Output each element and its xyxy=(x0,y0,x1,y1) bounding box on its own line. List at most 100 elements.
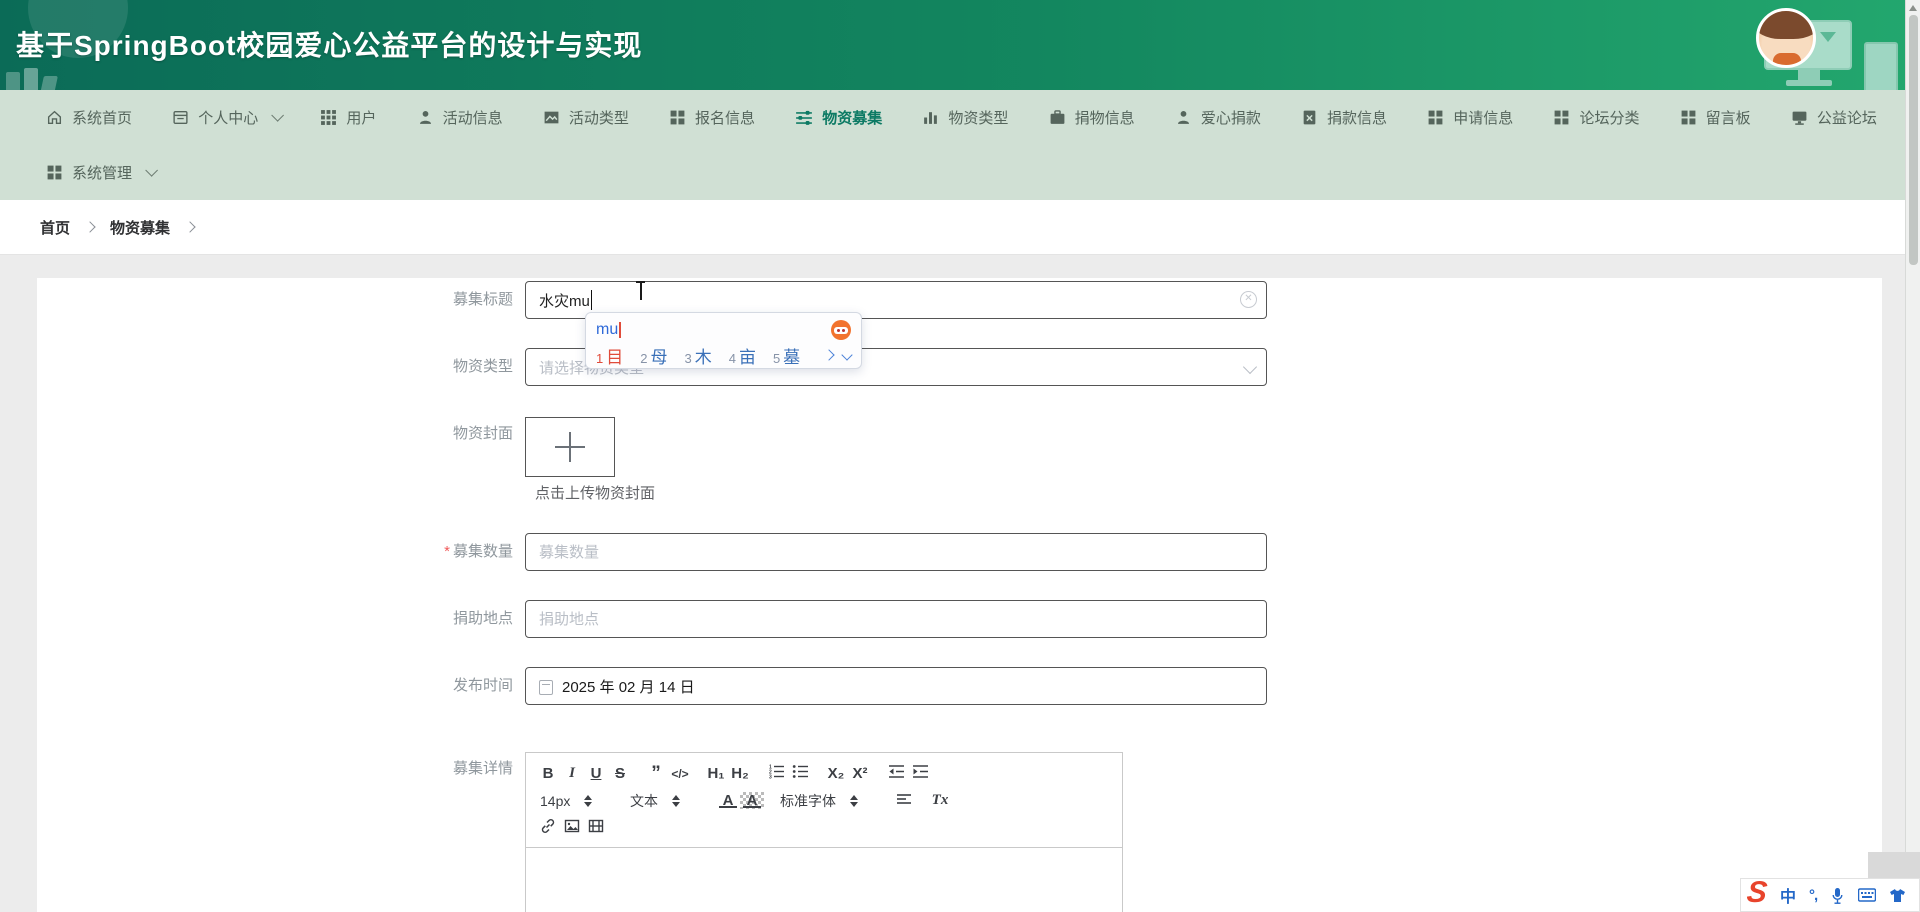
nav-item-donation-info[interactable]: 捐款信息 xyxy=(1301,107,1387,128)
collect-details-label: 募集详情 xyxy=(37,750,525,788)
id-card-icon xyxy=(172,109,189,126)
breadcrumb-separator-icon xyxy=(84,221,95,232)
grid-4-icon xyxy=(1680,109,1697,126)
clean-format-button[interactable]: Tx xyxy=(928,792,952,809)
publish-time-input[interactable]: 2025 年 02 月 14 日 xyxy=(525,667,1267,705)
nav-item-system-home[interactable]: 系统首页 xyxy=(46,107,132,128)
superscript-button[interactable]: X² xyxy=(848,765,872,782)
h2-button[interactable]: H₂ xyxy=(728,765,752,782)
nav-item-personal-center[interactable]: 个人中心 xyxy=(172,107,280,128)
donate-location-label: 捐助地点 xyxy=(37,600,525,638)
font-family-picker[interactable]: 标准字体 xyxy=(776,791,880,811)
align-button[interactable] xyxy=(892,792,916,810)
required-asterisk: * xyxy=(444,543,450,560)
material-cover-label: 物资封面 xyxy=(37,415,525,453)
collect-quantity-label: *募集数量 xyxy=(37,533,525,571)
collect-quantity-input[interactable] xyxy=(525,533,1267,571)
grid-4-icon xyxy=(1553,109,1570,126)
nav-item-system-manage[interactable]: 系统管理 xyxy=(46,162,154,183)
bar-chart-icon xyxy=(922,109,939,126)
link-button[interactable] xyxy=(536,818,560,838)
clipboard-x-icon xyxy=(1301,109,1318,126)
text-caret xyxy=(591,290,593,310)
material-type-label: 物资类型 xyxy=(37,348,525,386)
text-color-button[interactable]: A xyxy=(716,792,740,809)
image-button[interactable] xyxy=(560,818,584,838)
ime-next-page-icon[interactable] xyxy=(823,349,834,360)
sogou-logo-icon[interactable]: S xyxy=(1745,878,1768,908)
nav-item-donated-goods-info[interactable]: 捐物信息 xyxy=(1049,107,1135,128)
ime-caret xyxy=(619,322,621,338)
admin-page: 基于SpringBoot校园爱心公益平台的设计与实现 系统首页 个人中心 用户 xyxy=(0,0,1920,912)
sogou-emoji-icon[interactable] xyxy=(831,320,851,340)
breadcrumb: 首页 物资募集 xyxy=(0,200,1905,255)
photo-icon xyxy=(543,109,560,126)
nav-item-material-collection[interactable]: 物资募集 xyxy=(795,107,882,128)
computer-tower-decor xyxy=(1864,42,1898,90)
picker-arrows-icon xyxy=(672,795,680,807)
user-avatar[interactable] xyxy=(1756,8,1816,68)
subscript-button[interactable]: X₂ xyxy=(824,765,848,782)
ime-punctuation-toggle[interactable]: °, xyxy=(1809,887,1817,904)
ime-composition: mu xyxy=(596,321,618,339)
donate-location-input[interactable] xyxy=(525,600,1267,638)
microphone-icon[interactable] xyxy=(1830,887,1845,904)
calendar-icon xyxy=(539,680,553,695)
scroll-up-icon[interactable] xyxy=(1909,5,1917,11)
nav-item-application-info[interactable]: 申请信息 xyxy=(1427,107,1513,128)
nav-row-primary: 系统首页 个人中心 用户 活动信息 活动类型 报名信息 xyxy=(0,90,1905,145)
scrollbar-thumb[interactable] xyxy=(1909,15,1918,265)
code-button[interactable]: </> xyxy=(668,767,692,781)
video-button[interactable] xyxy=(584,818,608,838)
ime-candidate[interactable]: 3木 xyxy=(684,343,711,368)
soft-keyboard-icon[interactable] xyxy=(1858,888,1876,902)
nav-item-forum-category[interactable]: 论坛分类 xyxy=(1553,107,1639,128)
breadcrumb-current[interactable]: 物资募集 xyxy=(110,217,170,238)
nav-item-signup-info[interactable]: 报名信息 xyxy=(669,107,755,128)
underline-button[interactable]: U xyxy=(584,765,608,782)
italic-button[interactable]: I xyxy=(560,765,584,782)
monitor-icon xyxy=(1791,109,1808,126)
cover-upload-box[interactable] xyxy=(525,417,615,477)
bg-color-button[interactable]: A xyxy=(740,792,764,809)
editor-content-area[interactable] xyxy=(526,848,1122,912)
ime-candidate[interactable]: 5墓 xyxy=(773,343,800,368)
strikethrough-button[interactable]: S xyxy=(608,765,632,782)
nav-item-material-type[interactable]: 物资类型 xyxy=(922,107,1008,128)
bold-button[interactable]: B xyxy=(536,765,560,782)
outdent-button[interactable] xyxy=(884,764,908,783)
breadcrumb-home[interactable]: 首页 xyxy=(40,217,70,238)
font-size-picker[interactable]: 14px xyxy=(536,793,614,809)
skin-shirt-icon[interactable] xyxy=(1889,888,1906,903)
ime-expand-icon[interactable] xyxy=(841,349,852,360)
person-icon xyxy=(417,109,434,126)
material-collection-form: 募集标题 水灾mu ✕ 物资类型 请选择物资类型 xyxy=(37,278,1882,912)
ime-mode-toggle[interactable]: 中 xyxy=(1780,883,1796,907)
nav-item-activity-type[interactable]: 活动类型 xyxy=(543,107,629,128)
text-style-picker[interactable]: 文本 xyxy=(626,791,704,811)
ime-candidate-popup: mu 1目 2母 3木 4亩 5墓 xyxy=(585,312,862,369)
grid-4-icon xyxy=(669,109,686,126)
breadcrumb-separator-icon xyxy=(184,221,195,232)
nav-row-secondary: 系统管理 xyxy=(0,145,1905,200)
monitor-base-decor xyxy=(1786,80,1832,86)
ime-candidate[interactable]: 2母 xyxy=(640,343,667,368)
blockquote-button[interactable]: ” xyxy=(644,763,668,785)
ordered-list-button[interactable]: 123 xyxy=(764,764,788,783)
h1-button[interactable]: H₁ xyxy=(704,765,728,782)
nav-item-activity-info[interactable]: 活动信息 xyxy=(417,107,503,128)
nav-item-love-donation[interactable]: 爱心捐款 xyxy=(1175,107,1261,128)
clear-input-icon[interactable]: ✕ xyxy=(1240,291,1257,308)
page-scrollbar[interactable] xyxy=(1905,0,1920,912)
ime-candidate[interactable]: 1目 xyxy=(596,343,623,368)
nav-item-message-board[interactable]: 留言板 xyxy=(1680,107,1751,128)
cover-upload-hint: 点击上传物资封面 xyxy=(535,482,1882,503)
nav-item-users[interactable]: 用户 xyxy=(320,107,376,128)
grid-4-icon xyxy=(1427,109,1444,126)
ime-candidate[interactable]: 4亩 xyxy=(729,343,756,368)
editor-toolbar: B I U S ” </> H₁ H₂ xyxy=(526,753,1122,848)
bullet-list-button[interactable] xyxy=(788,764,812,783)
app-header: 基于SpringBoot校园爱心公益平台的设计与实现 xyxy=(0,0,1920,90)
nav-item-public-forum[interactable]: 公益论坛 xyxy=(1791,107,1877,128)
indent-button[interactable] xyxy=(908,764,932,783)
